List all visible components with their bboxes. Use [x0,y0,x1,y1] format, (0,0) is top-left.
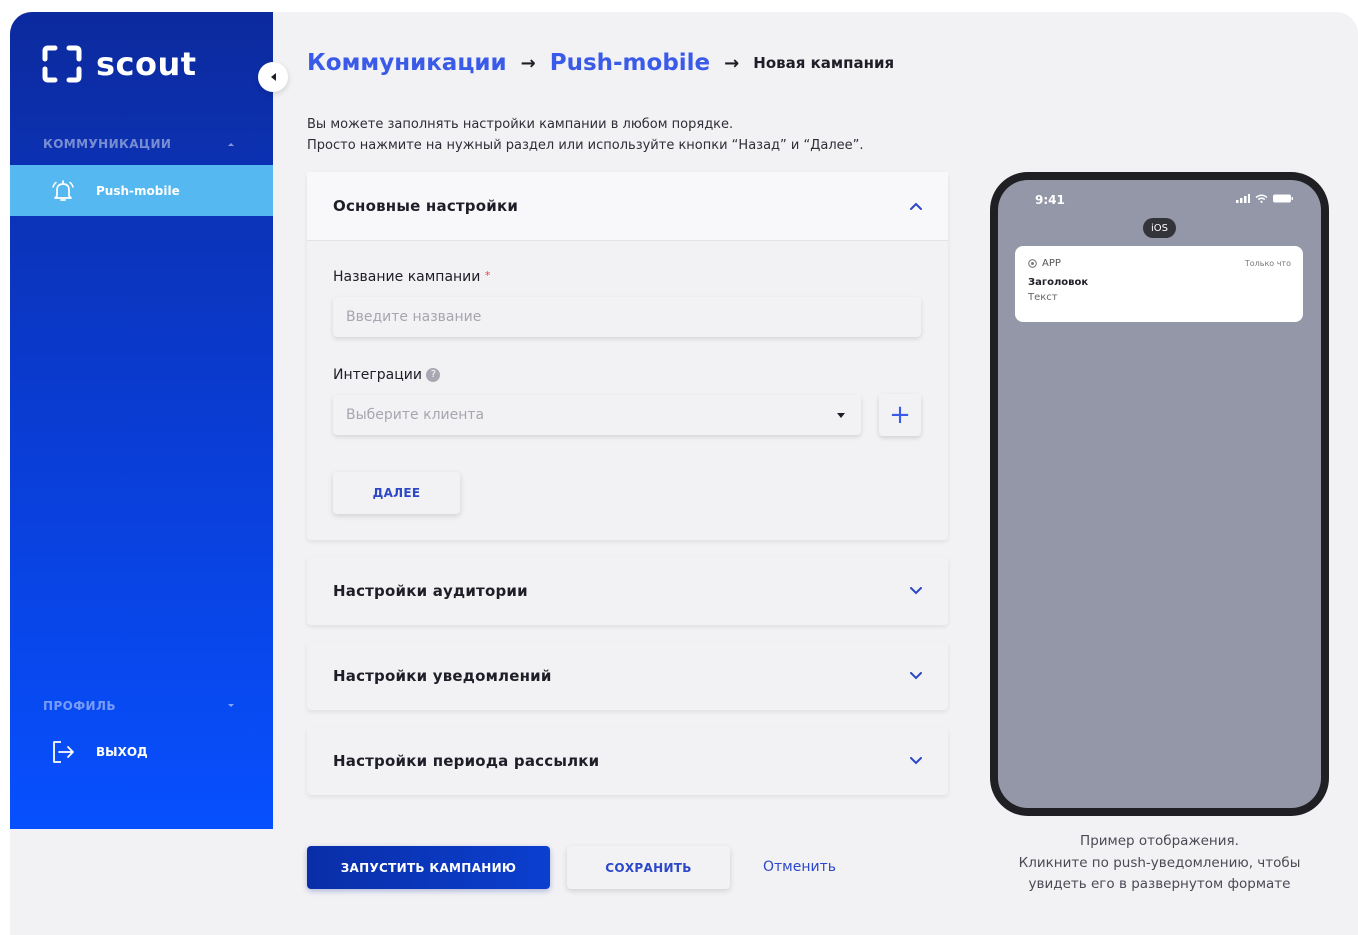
panel-notification-header[interactable]: Настройки уведомлений [307,642,948,710]
integrations-label: Интеграции ? [333,367,441,383]
notification-title: Заголовок [1028,277,1089,288]
arrow-right-icon: → [724,52,740,74]
client-select-placeholder: Выберите клиента [346,407,485,423]
caption-line: Пример отображения. [1080,833,1239,849]
signal-icon [1236,194,1250,203]
notification-app-name: APP [1042,258,1061,269]
panel-title: Настройки аудитории [333,582,528,600]
chevron-down-icon [837,413,845,418]
battery-icon [1273,194,1293,203]
status-icons [1236,194,1293,203]
panel-period-header[interactable]: Настройки периода рассылки [307,727,948,795]
intro-line: Просто нажмите на нужный раздел или испо… [307,138,864,153]
scout-logo-icon [42,45,82,83]
launch-campaign-button[interactable]: ЗАПУСТИТЬ КАМПАНИЮ [307,846,550,889]
wifi-icon [1255,194,1268,203]
required-marker: * [484,269,491,282]
add-client-button[interactable]: + [879,394,921,436]
panel-notification-settings[interactable]: Настройки уведомлений [307,642,948,710]
page-title: Новая кампания [753,54,895,72]
notification-text: Текст [1028,292,1058,303]
breadcrumb-communications[interactable]: Коммуникации [307,50,507,76]
phone-preview: 9:41 iOS APP Только что Заголовок Текст [990,172,1329,816]
logo-text: scout [96,45,197,83]
panel-basic-header[interactable]: Основные настройки [307,172,948,240]
section-title-profile[interactable]: ПРОФИЛЬ [43,699,116,713]
app-frame: scout КОММУНИКАЦИИ Push-mobile ПРОФИЛЬ В… [10,12,1358,935]
next-button[interactable]: ДАЛЕЕ [333,472,460,514]
breadcrumb-push-mobile[interactable]: Push-mobile [550,50,710,76]
campaign-name-input[interactable]: Введите название [333,297,921,337]
panel-audience-settings[interactable]: Настройки аудитории [307,557,948,625]
panel-title: Настройки периода рассылки [333,752,600,770]
caption-line: Кликните по push-уведомлению, чтобы [1018,854,1301,871]
chevron-down-icon [910,670,922,682]
bell-icon [50,178,76,204]
notification-time: Только что [1244,259,1291,268]
logo[interactable]: scout [42,45,197,83]
sidebar-item-push-mobile[interactable]: Push-mobile [10,165,273,216]
cancel-link[interactable]: Отменить [763,859,836,875]
panel-period-settings[interactable]: Настройки периода рассылки [307,727,948,795]
app-icon [1028,259,1037,268]
panel-basic-settings: Основные настройки Название кампании * В… [307,172,948,540]
caption-line: увидеть его в развернутом формате [1028,876,1291,892]
push-notification-preview[interactable]: APP Только что Заголовок Текст [1015,246,1303,322]
chevron-down-icon [910,755,922,767]
campaign-name-label: Название кампании * [333,269,490,285]
intro-line: Вы можете заполнять настройки кампании в… [307,117,734,132]
chevron-up-icon [910,200,922,212]
panel-title: Основные настройки [333,197,519,215]
integrations-label-text: Интеграции [333,367,422,383]
client-select[interactable]: Выберите клиента [333,395,861,435]
sidebar-item-label: Push-mobile [96,183,180,198]
section-title-communications[interactable]: КОММУНИКАЦИИ [43,137,171,151]
preview-caption: Пример отображения. Кликните по push-уве… [990,831,1329,896]
chevron-left-icon [270,73,276,81]
chevron-down-icon[interactable] [228,704,234,707]
help-icon[interactable]: ? [426,368,441,382]
campaign-name-label-text: Название кампании [333,269,481,285]
panel-title: Настройки уведомлений [333,667,552,685]
sidebar: scout КОММУНИКАЦИИ Push-mobile ПРОФИЛЬ В… [10,12,273,829]
chevron-up-icon[interactable] [228,143,234,146]
panel-audience-header[interactable]: Настройки аудитории [307,557,948,625]
chevron-down-icon [910,585,922,597]
status-time: 9:41 [1035,193,1065,207]
intro-text: Вы можете заполнять настройки кампании в… [307,114,864,156]
phone-screen: 9:41 iOS APP Только что Заголовок Текст [998,180,1321,808]
sidebar-item-logout[interactable]: ВЫХОД [10,726,273,777]
sidebar-item-label: ВЫХОД [96,744,148,759]
save-button[interactable]: СОХРАНИТЬ [567,846,730,889]
arrow-right-icon: → [520,52,536,74]
logout-icon [50,739,76,765]
breadcrumb: Коммуникации → Push-mobile → Новая кампа… [307,50,894,76]
platform-badge[interactable]: iOS [1143,218,1176,238]
collapse-sidebar-button[interactable] [258,62,288,92]
